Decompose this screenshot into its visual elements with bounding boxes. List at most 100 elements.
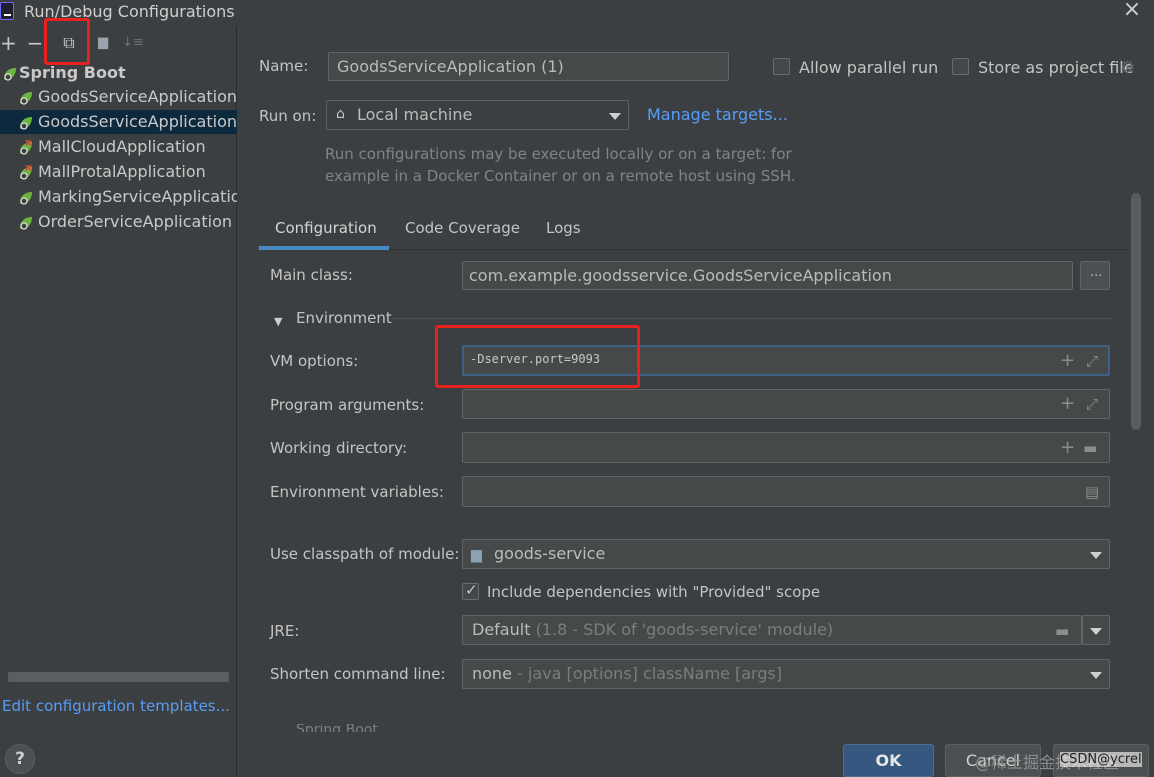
tree-group-spring-boot[interactable]: Spring Boot (0, 61, 237, 85)
expand-triangle-icon[interactable]: ▼ (274, 313, 282, 331)
tree-group-label: Spring Boot (19, 63, 126, 82)
working-directory-label: Working directory: (270, 439, 408, 457)
name-label: Name: (259, 57, 309, 75)
shorten-command-line-select[interactable]: none - java [options] className [args] (462, 659, 1110, 689)
tree-item-configuration[interactable]: MarkingServiceApplication (0, 185, 237, 209)
module-folder-icon: ▆ (471, 547, 482, 563)
close-button[interactable]: × (1122, 0, 1142, 22)
document-icon[interactable]: ▤ (1085, 483, 1099, 501)
program-arguments-label: Program arguments: (270, 396, 425, 414)
spring-boot-icon (20, 92, 32, 105)
jre-dropdown-button[interactable] (1082, 615, 1110, 645)
environment-variables-field[interactable]: ▤ (462, 476, 1110, 507)
sidebar-horizontal-scrollbar[interactable] (8, 672, 229, 682)
vm-options-highlight (435, 325, 640, 388)
plus-icon[interactable]: + (1060, 352, 1075, 370)
tab-logs[interactable]: Logs (546, 219, 581, 237)
program-arguments-field[interactable]: + ⤢ (462, 389, 1110, 419)
tree-item-label: MarkingServiceApplication (38, 187, 237, 206)
vm-options-label: VM options: (270, 352, 359, 370)
tree-item-configuration[interactable]: GoodsServiceApplication (1 (0, 110, 237, 134)
include-dependencies-label: Include dependencies with "Provided" sco… (487, 583, 821, 601)
shorten-hint: - java [options] className [args] (517, 664, 783, 683)
ok-button[interactable]: OK (843, 744, 934, 777)
spring-boot-icon (20, 217, 32, 230)
sidebar-toolbar: + − ⧉ ▆ ↓≡ (0, 30, 237, 58)
chevron-down-icon (1090, 552, 1102, 559)
csdn-watermark: CSDN@ycrel (1060, 752, 1142, 767)
tree-item-configuration[interactable]: GoodsServiceApplication (0, 85, 237, 109)
jre-label: JRE: (270, 622, 300, 640)
tree-item-label: OrderServiceApplication (38, 212, 232, 231)
spring-boot-icon (20, 117, 32, 130)
sort-configurations-button[interactable]: ↓≡ (122, 30, 144, 56)
shorten-value: none - java [options] className [args] (472, 664, 782, 683)
tree-item-label: MallProtalApplication (38, 162, 206, 181)
module-select[interactable]: ▆ goods-service (462, 539, 1110, 569)
name-value: GoodsServiceApplication (1) (337, 57, 564, 76)
spring-boot-section-header[interactable]: Spring Boot (274, 724, 404, 732)
include-dependencies-checkbox[interactable] (462, 581, 479, 600)
allow-parallel-run-checkbox[interactable] (773, 58, 790, 75)
tab-code-coverage[interactable]: Code Coverage (405, 219, 520, 237)
environment-divider (393, 318, 1111, 319)
module-value: goods-service (494, 544, 606, 563)
copy-button-highlight (44, 18, 90, 65)
remove-configuration-button[interactable]: − (26, 30, 44, 56)
chevron-down-icon (609, 113, 621, 120)
module-label: Use classpath of module: (270, 545, 460, 563)
shorten-command-line-label: Shorten command line: (270, 665, 446, 683)
working-directory-field[interactable]: + ▬ (462, 432, 1110, 463)
run-on-hint-line2: example in a Docker Container or on a re… (325, 167, 796, 185)
tree-item-configuration[interactable]: MallCloudApplication (0, 135, 237, 159)
spring-boot-icon (20, 165, 32, 180)
spring-boot-section-label: Spring Boot (296, 724, 378, 732)
name-field[interactable]: GoodsServiceApplication (1) (328, 52, 729, 81)
tabs-divider (259, 249, 1127, 250)
store-as-project-file-label: Store as project file (978, 58, 1134, 77)
gear-icon[interactable]: ⚙ (1120, 59, 1135, 77)
plus-icon[interactable]: + (1060, 439, 1075, 457)
spring-boot-icon (20, 192, 32, 205)
folder-icon[interactable]: ▬ (1055, 622, 1069, 640)
title-bar: Run/Debug Configurations × (0, 0, 1154, 26)
move-into-folder-button[interactable]: ▆ (92, 30, 114, 56)
browse-main-class-button[interactable]: ... (1080, 261, 1110, 290)
browse-label: ... (1090, 265, 1103, 280)
allow-parallel-run-label: Allow parallel run (799, 58, 939, 77)
run-on-value: Local machine (357, 105, 473, 124)
run-on-label: Run on: (259, 107, 317, 125)
environment-variables-label: Environment variables: (270, 483, 444, 501)
run-on-hint-line1: Run configurations may be executed local… (325, 145, 792, 163)
tree-item-configuration[interactable]: OrderServiceApplication (0, 210, 237, 234)
jre-hint: (1.8 - SDK of 'goods-service' module) (535, 620, 834, 639)
add-configuration-button[interactable]: + (0, 30, 17, 56)
store-as-project-file-checkbox[interactable] (952, 58, 969, 75)
environment-section-label[interactable]: Environment (296, 309, 392, 327)
home-icon: ⌂ (336, 106, 345, 122)
expand-icon[interactable]: ⤢ (1086, 395, 1098, 413)
folder-icon[interactable]: ▬ (1083, 439, 1097, 457)
tree-item-label: MallCloudApplication (38, 137, 206, 156)
expand-icon[interactable]: ⤢ (1086, 352, 1098, 370)
active-tab-indicator (259, 246, 389, 250)
main-class-label: Main class: (270, 266, 353, 284)
edit-configuration-templates-link[interactable]: Edit configuration templates... (2, 697, 230, 715)
tab-configuration[interactable]: Configuration (275, 219, 377, 237)
main-class-field[interactable]: com.example.goodsservice.GoodsServiceApp… (462, 261, 1073, 290)
jre-value: Default (1.8 - SDK of 'goods-service' mo… (472, 620, 833, 639)
tree-item-label: GoodsServiceApplication (1 (38, 112, 237, 131)
jre-default: Default (472, 620, 531, 639)
chevron-down-icon (1090, 628, 1102, 635)
plus-icon[interactable]: + (1060, 395, 1075, 413)
tree-item-configuration[interactable]: MallProtalApplication (0, 160, 237, 184)
jre-field[interactable]: Default (1.8 - SDK of 'goods-service' mo… (462, 615, 1082, 645)
vertical-scrollbar[interactable] (1131, 193, 1141, 430)
main-class-value: com.example.goodsservice.GoodsServiceApp… (469, 266, 892, 285)
help-button[interactable]: ? (5, 744, 35, 774)
tree-item-label: GoodsServiceApplication (38, 87, 237, 106)
run-on-select[interactable]: ⌂ Local machine (326, 100, 629, 130)
shorten-option: none (472, 664, 512, 683)
spring-boot-icon (20, 140, 32, 155)
manage-targets-link[interactable]: Manage targets... (647, 105, 788, 124)
